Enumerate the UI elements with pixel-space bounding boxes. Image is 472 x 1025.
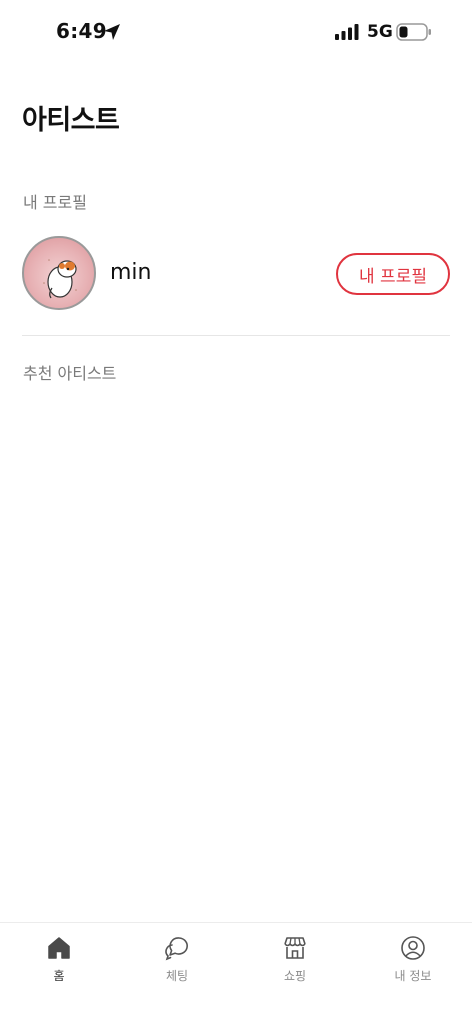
tab-shopping[interactable]: 쇼핑 [236, 931, 354, 991]
battery-icon [396, 23, 431, 41]
chat-icon [165, 937, 188, 961]
tab-my-info-label: 내 정보 [394, 969, 432, 983]
tab-home-label: 홈 [53, 969, 65, 983]
status-time: 6:49 [56, 19, 107, 43]
my-profile-row: min 내 프로필 [22, 236, 450, 314]
store-icon [284, 937, 306, 959]
home-icon [48, 937, 70, 959]
user-circle-icon [401, 936, 425, 960]
status-bar: 6:49 5G [0, 0, 472, 64]
location-arrow-icon [104, 24, 120, 40]
bottom-tab-bar: 홈 체팅 쇼핑 내 정보 [0, 922, 472, 1025]
hamster-avatar-icon [43, 259, 77, 299]
username: min [110, 260, 152, 285]
divider [22, 335, 450, 336]
network-type: 5G [367, 22, 393, 42]
signal-icon [335, 24, 359, 40]
page-title: 아티스트 [22, 105, 120, 136]
tab-my-info[interactable]: 내 정보 [354, 931, 472, 991]
tab-chat-label: 체팅 [165, 969, 189, 983]
tab-chat[interactable]: 체팅 [118, 931, 236, 991]
tab-shopping-label: 쇼핑 [283, 969, 307, 983]
avatar[interactable] [22, 236, 96, 310]
tab-home[interactable]: 홈 [0, 931, 118, 991]
recommended-artists-section-label: 추천 아티스트 [23, 364, 117, 383]
my-profile-section-label: 내 프로필 [23, 193, 87, 212]
my-profile-button[interactable]: 내 프로필 [336, 253, 450, 295]
